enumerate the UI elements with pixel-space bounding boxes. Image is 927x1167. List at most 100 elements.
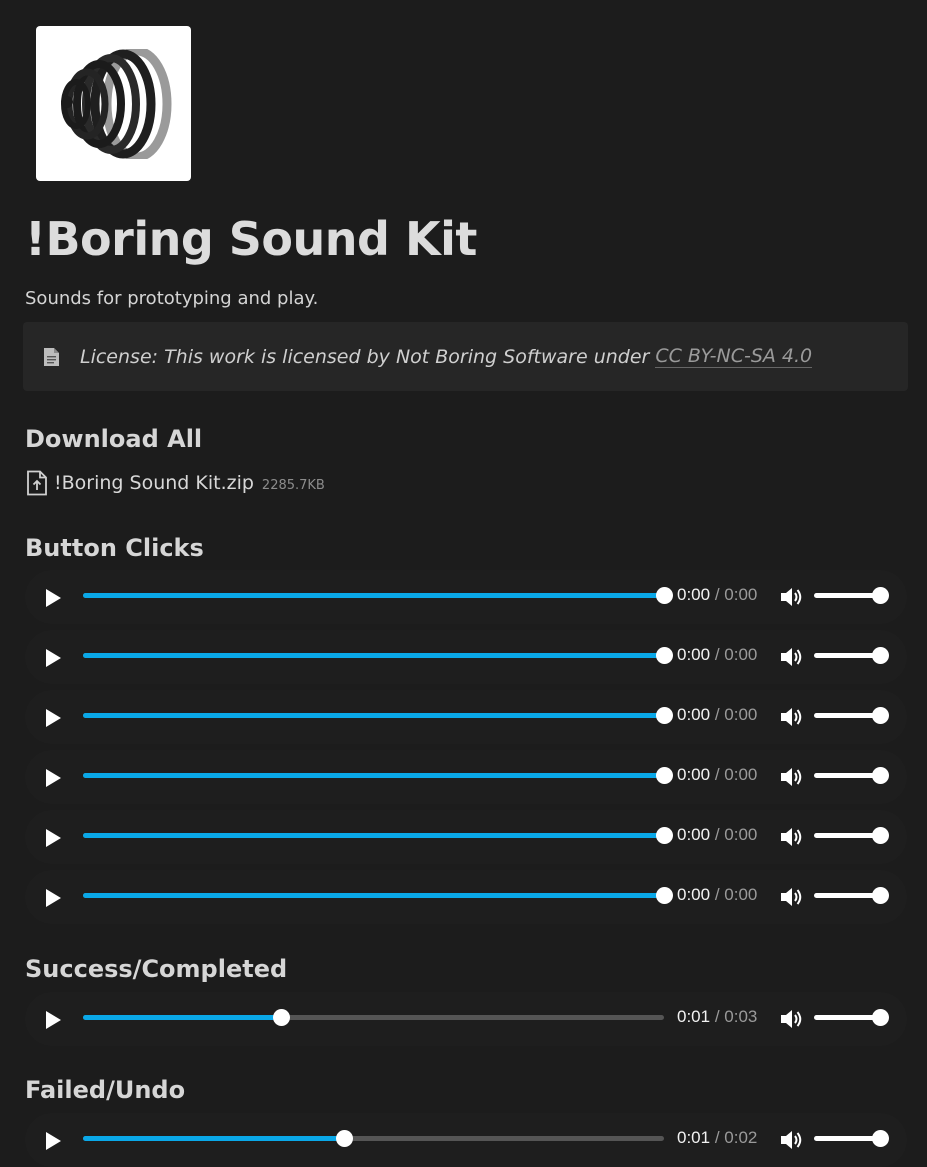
duration: 0:02 (724, 1128, 758, 1147)
audio-player: 0:01 / 0:03 (25, 992, 907, 1046)
section-heading: Success/Completed (25, 955, 288, 983)
app-logo (36, 26, 191, 181)
seek-handle[interactable] (656, 647, 673, 664)
volume-handle[interactable] (872, 767, 889, 784)
time-display: 0:00 / 0:00 (677, 645, 757, 665)
audio-player: 0:01 / 0:02 (25, 1113, 907, 1167)
seek-progress (83, 1136, 344, 1141)
time-separator: / (710, 645, 725, 664)
play-icon (44, 888, 62, 908)
mute-button[interactable] (779, 885, 803, 909)
section-heading: Button Clicks (25, 534, 204, 562)
seek-progress (83, 593, 664, 598)
duration: 0:00 (724, 825, 758, 844)
page-title: !Boring Sound Kit (25, 212, 477, 266)
seek-handle[interactable] (656, 767, 673, 784)
seek-slider[interactable] (83, 647, 673, 664)
mute-button[interactable] (779, 585, 803, 609)
volume-slider[interactable] (814, 1130, 889, 1147)
play-icon (44, 648, 62, 668)
seek-slider[interactable] (83, 887, 673, 904)
volume-icon (779, 646, 803, 668)
seek-progress (83, 893, 664, 898)
time-separator: / (710, 765, 725, 784)
play-icon (44, 708, 62, 728)
seek-slider[interactable] (83, 1009, 664, 1026)
mute-button[interactable] (779, 1007, 803, 1031)
volume-handle[interactable] (872, 587, 889, 604)
time-separator: / (710, 825, 725, 844)
play-button[interactable] (41, 1008, 65, 1032)
license-notice: License: This work is licensed by Not Bo… (23, 322, 908, 391)
file-upload-icon (26, 470, 48, 496)
mute-button[interactable] (779, 645, 803, 669)
seek-handle[interactable] (656, 587, 673, 604)
volume-slider[interactable] (814, 707, 889, 724)
play-icon (44, 768, 62, 788)
volume-icon (779, 1008, 803, 1030)
duration: 0:00 (724, 645, 758, 664)
seek-handle[interactable] (336, 1130, 353, 1147)
volume-slider[interactable] (814, 647, 889, 664)
document-icon (43, 347, 60, 367)
volume-slider[interactable] (814, 587, 889, 604)
current-time: 0:00 (677, 825, 711, 844)
mute-button[interactable] (779, 1128, 803, 1152)
license-link[interactable]: CC BY-NC-SA 4.0 (655, 345, 813, 368)
seek-handle[interactable] (656, 707, 673, 724)
volume-handle[interactable] (872, 887, 889, 904)
play-button[interactable] (41, 586, 65, 610)
seek-handle[interactable] (656, 887, 673, 904)
audio-player: 0:00 / 0:00 (25, 750, 907, 804)
play-button[interactable] (41, 766, 65, 790)
play-button[interactable] (41, 706, 65, 730)
play-icon (44, 1010, 62, 1030)
volume-slider[interactable] (814, 887, 889, 904)
time-separator: / (710, 1128, 725, 1147)
download-heading: Download All (25, 425, 203, 453)
volume-handle[interactable] (872, 1009, 889, 1026)
volume-handle[interactable] (872, 827, 889, 844)
duration: 0:00 (724, 585, 758, 604)
current-time: 0:00 (677, 885, 711, 904)
volume-handle[interactable] (872, 707, 889, 724)
play-icon (44, 828, 62, 848)
volume-slider[interactable] (814, 767, 889, 784)
audio-player: 0:00 / 0:00 (25, 870, 907, 924)
seek-slider[interactable] (83, 587, 673, 604)
download-link[interactable]: !Boring Sound Kit.zip 2285.7KB (26, 470, 325, 496)
time-display: 0:00 / 0:00 (677, 765, 757, 785)
seek-slider[interactable] (83, 707, 673, 724)
duration: 0:00 (724, 765, 758, 784)
seek-slider[interactable] (83, 827, 673, 844)
current-time: 0:00 (677, 585, 711, 604)
download-file-name[interactable]: !Boring Sound Kit.zip (54, 472, 254, 494)
mute-button[interactable] (779, 765, 803, 789)
play-button[interactable] (41, 886, 65, 910)
volume-handle[interactable] (872, 1130, 889, 1147)
boring-logo-icon (60, 48, 171, 159)
time-display: 0:00 / 0:00 (677, 705, 757, 725)
volume-slider[interactable] (814, 827, 889, 844)
play-button[interactable] (41, 1129, 65, 1153)
play-icon (44, 1131, 62, 1151)
volume-icon (779, 1129, 803, 1151)
seek-progress (83, 713, 664, 718)
volume-handle[interactable] (872, 647, 889, 664)
seek-progress (83, 833, 664, 838)
seek-slider[interactable] (83, 767, 673, 784)
time-display: 0:00 / 0:00 (677, 885, 757, 905)
mute-button[interactable] (779, 705, 803, 729)
seek-handle[interactable] (656, 827, 673, 844)
page-subtitle: Sounds for prototyping and play. (25, 288, 319, 309)
mute-button[interactable] (779, 825, 803, 849)
seek-slider[interactable] (83, 1130, 664, 1147)
download-file-size: 2285.7KB (261, 477, 325, 493)
current-time: 0:01 (677, 1007, 711, 1026)
play-button[interactable] (41, 826, 65, 850)
duration: 0:00 (724, 705, 758, 724)
play-button[interactable] (41, 646, 65, 670)
seek-handle[interactable] (273, 1009, 290, 1026)
volume-slider[interactable] (814, 1009, 889, 1026)
volume-icon (779, 766, 803, 788)
